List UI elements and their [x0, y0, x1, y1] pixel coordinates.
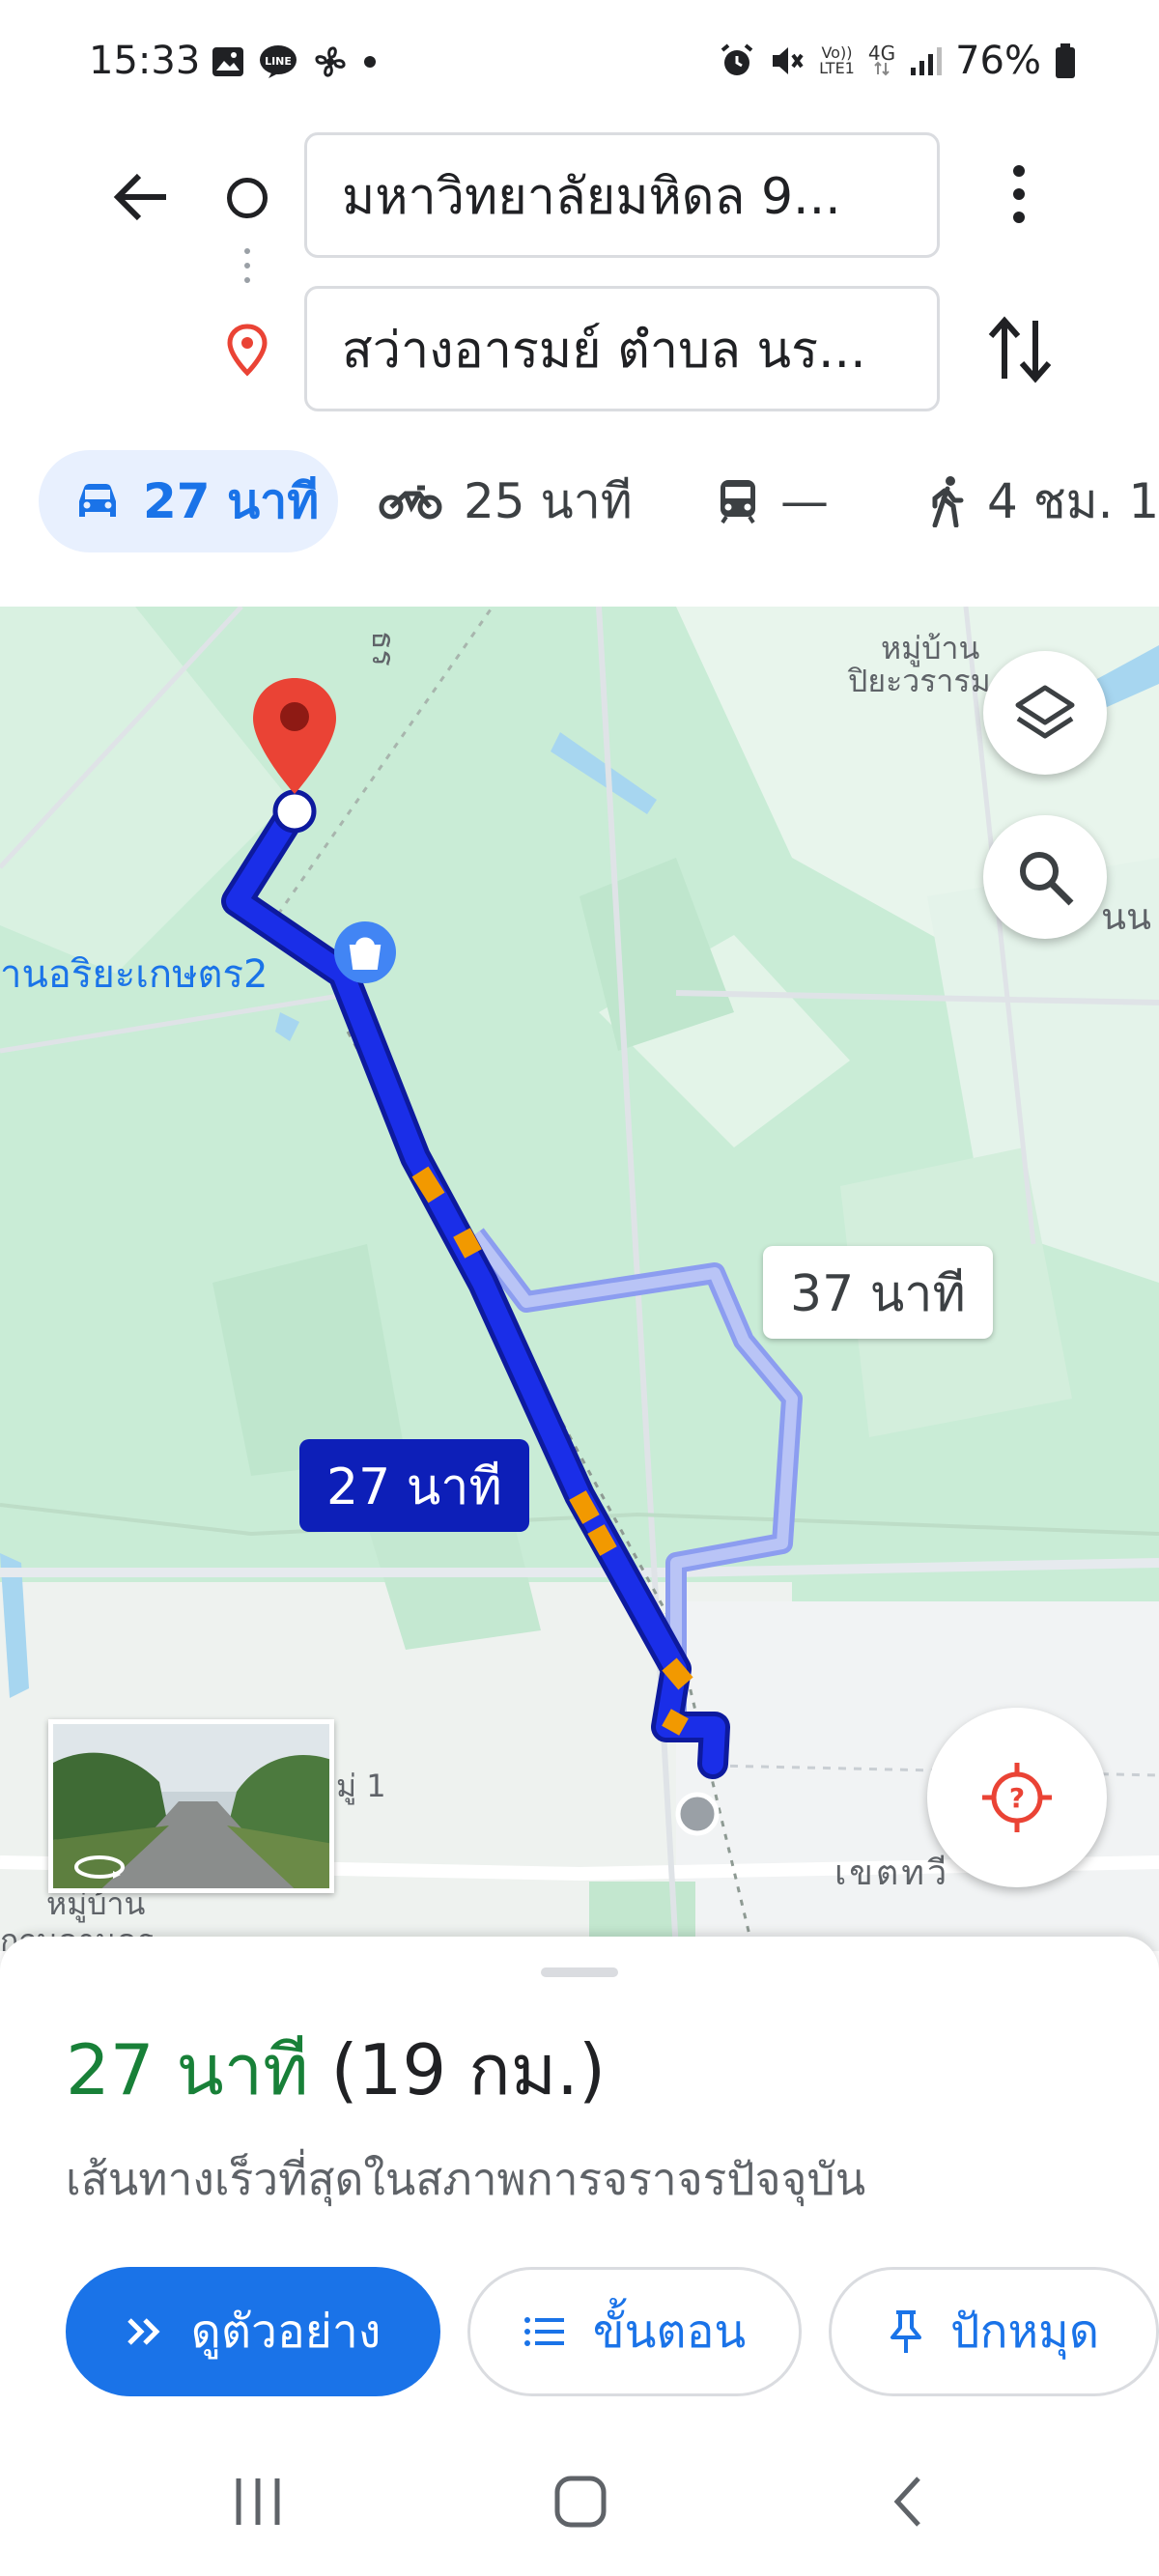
- network-type-label: 4G: [867, 42, 896, 65]
- dot-icon: [364, 56, 376, 68]
- network-type: 4G: [867, 42, 896, 76]
- alarm-icon: [721, 43, 753, 75]
- fan-icon: [315, 46, 346, 77]
- origin-input[interactable]: มหาวิทยาลัยมหิดล 9...: [304, 132, 940, 258]
- signal-icon: [911, 47, 943, 75]
- pin-icon: [890, 2310, 921, 2353]
- system-indicators: Vo)) LTE1 4G 76%: [719, 39, 1076, 83]
- back-arrow-icon: [113, 173, 166, 221]
- recenter-button[interactable]: ?: [927, 1708, 1107, 1887]
- map-label-village-top-2: ปิยะวรารม: [848, 657, 991, 706]
- double-chevron-icon: [127, 2318, 160, 2345]
- more-dot-icon: [1013, 165, 1025, 177]
- svg-text:?: ?: [1009, 1782, 1025, 1814]
- car-icon: [79, 484, 116, 517]
- steps-button-label: ขั้นตอน: [592, 2305, 747, 2359]
- back-chevron-icon: [893, 2477, 920, 2527]
- steps-button[interactable]: ขั้นตอน: [467, 2267, 802, 2396]
- system-nav-bar: [0, 2424, 1159, 2576]
- battery-percent: 76%: [955, 39, 1041, 83]
- preview-button-label: ดูตัวอย่าง: [190, 2305, 382, 2359]
- map-label-right-edge: นน: [1101, 895, 1151, 938]
- home-button[interactable]: [537, 2463, 624, 2540]
- map-label-shop[interactable]: านอริยะเกษตร2: [0, 943, 268, 1005]
- status-time: 15:33: [89, 39, 201, 83]
- tab-transit-label: —: [780, 473, 829, 529]
- recent-apps-icon: [236, 2478, 280, 2525]
- map-label-road-top: ธร: [358, 631, 408, 666]
- back-button[interactable]: [106, 162, 176, 232]
- pin-button[interactable]: ปักหมุด: [829, 2267, 1159, 2396]
- destination-input[interactable]: สว่างอารมย์ ตำบล นร...: [304, 286, 940, 411]
- route-label-alternate[interactable]: 37 นาที: [763, 1246, 993, 1339]
- back-nav-button[interactable]: [863, 2463, 950, 2540]
- tab-walking[interactable]: 4 ชม. 1: [927, 450, 1159, 552]
- mute-icon: [773, 47, 804, 74]
- tab-transit[interactable]: —: [717, 450, 829, 552]
- route-subtitle: เส้นทางเร็วที่สุดในสภาพการจราจรปัจจุบัน: [66, 2153, 866, 2205]
- tab-driving-label: 27 นาที: [143, 472, 320, 529]
- travel-mode-tabs: 27 นาที 25 นาที — 4 ชม. 1: [0, 450, 1159, 558]
- tab-walking-label: 4 ชม. 1: [987, 472, 1159, 529]
- battery-icon: [1056, 43, 1075, 78]
- svg-text:LINE: LINE: [265, 55, 292, 68]
- more-options-button[interactable]: [1000, 159, 1038, 229]
- notification-icons: LINE: [211, 42, 377, 81]
- layers-icon: [1015, 685, 1075, 739]
- route-duration: 27 นาที: [66, 2029, 309, 2110]
- route-label-primary[interactable]: 27 นาที: [299, 1439, 529, 1532]
- road-top-text: ธร: [364, 631, 402, 666]
- more-dot-icon: [1013, 188, 1025, 200]
- destination-pin-icon: [227, 324, 268, 377]
- swap-button[interactable]: [985, 311, 1055, 388]
- village-top-line-2: ปิยะวรารม: [848, 663, 991, 699]
- more-dot-icon: [1013, 212, 1025, 223]
- tab-driving[interactable]: 27 นาที: [39, 450, 338, 552]
- route-dots-icon: [244, 248, 250, 283]
- transit-icon: [721, 480, 755, 524]
- layers-button[interactable]: [983, 651, 1107, 775]
- volte-indicator: Vo)) LTE1: [819, 45, 855, 76]
- list-icon: [523, 2317, 564, 2346]
- destination-marker-icon: [253, 678, 336, 794]
- motorcycle-icon: [379, 485, 442, 520]
- recent-apps-button[interactable]: [214, 2463, 301, 2540]
- gallery-icon: [212, 47, 243, 76]
- search-icon: [1020, 852, 1074, 906]
- my-location-icon: ?: [982, 1763, 1052, 1832]
- home-icon: [554, 2476, 607, 2528]
- origin-circle-icon: [227, 178, 268, 218]
- search-along-route-button[interactable]: [983, 815, 1107, 939]
- street-view-thumbnail[interactable]: [48, 1719, 334, 1893]
- walk-icon: [932, 476, 964, 527]
- preview-button[interactable]: ดูตัวอย่าง: [66, 2267, 440, 2396]
- tab-motorcycle[interactable]: 25 นาที: [379, 450, 633, 552]
- route-distance: (19 กม.): [330, 2029, 607, 2110]
- street-view-360-icon: [74, 1855, 125, 1879]
- status-bar: 15:33 LINE Vo)) LTE1 4G 76%: [0, 0, 1159, 121]
- tab-motorcycle-label: 25 นาที: [464, 472, 633, 529]
- route-summary-title: 27 นาที (19 กม.): [66, 2014, 606, 2125]
- volte-bottom-label: LTE1: [819, 59, 855, 77]
- sheet-drag-handle[interactable]: [541, 1967, 618, 1977]
- pin-button-label: ปักหมุด: [950, 2305, 1099, 2359]
- map-label-district: เขตทวี: [834, 1854, 950, 1893]
- map-label-moo-1: มู่ 1: [336, 1768, 386, 1804]
- line-chat-icon: LINE: [260, 45, 297, 78]
- data-arrows-icon: [874, 61, 890, 76]
